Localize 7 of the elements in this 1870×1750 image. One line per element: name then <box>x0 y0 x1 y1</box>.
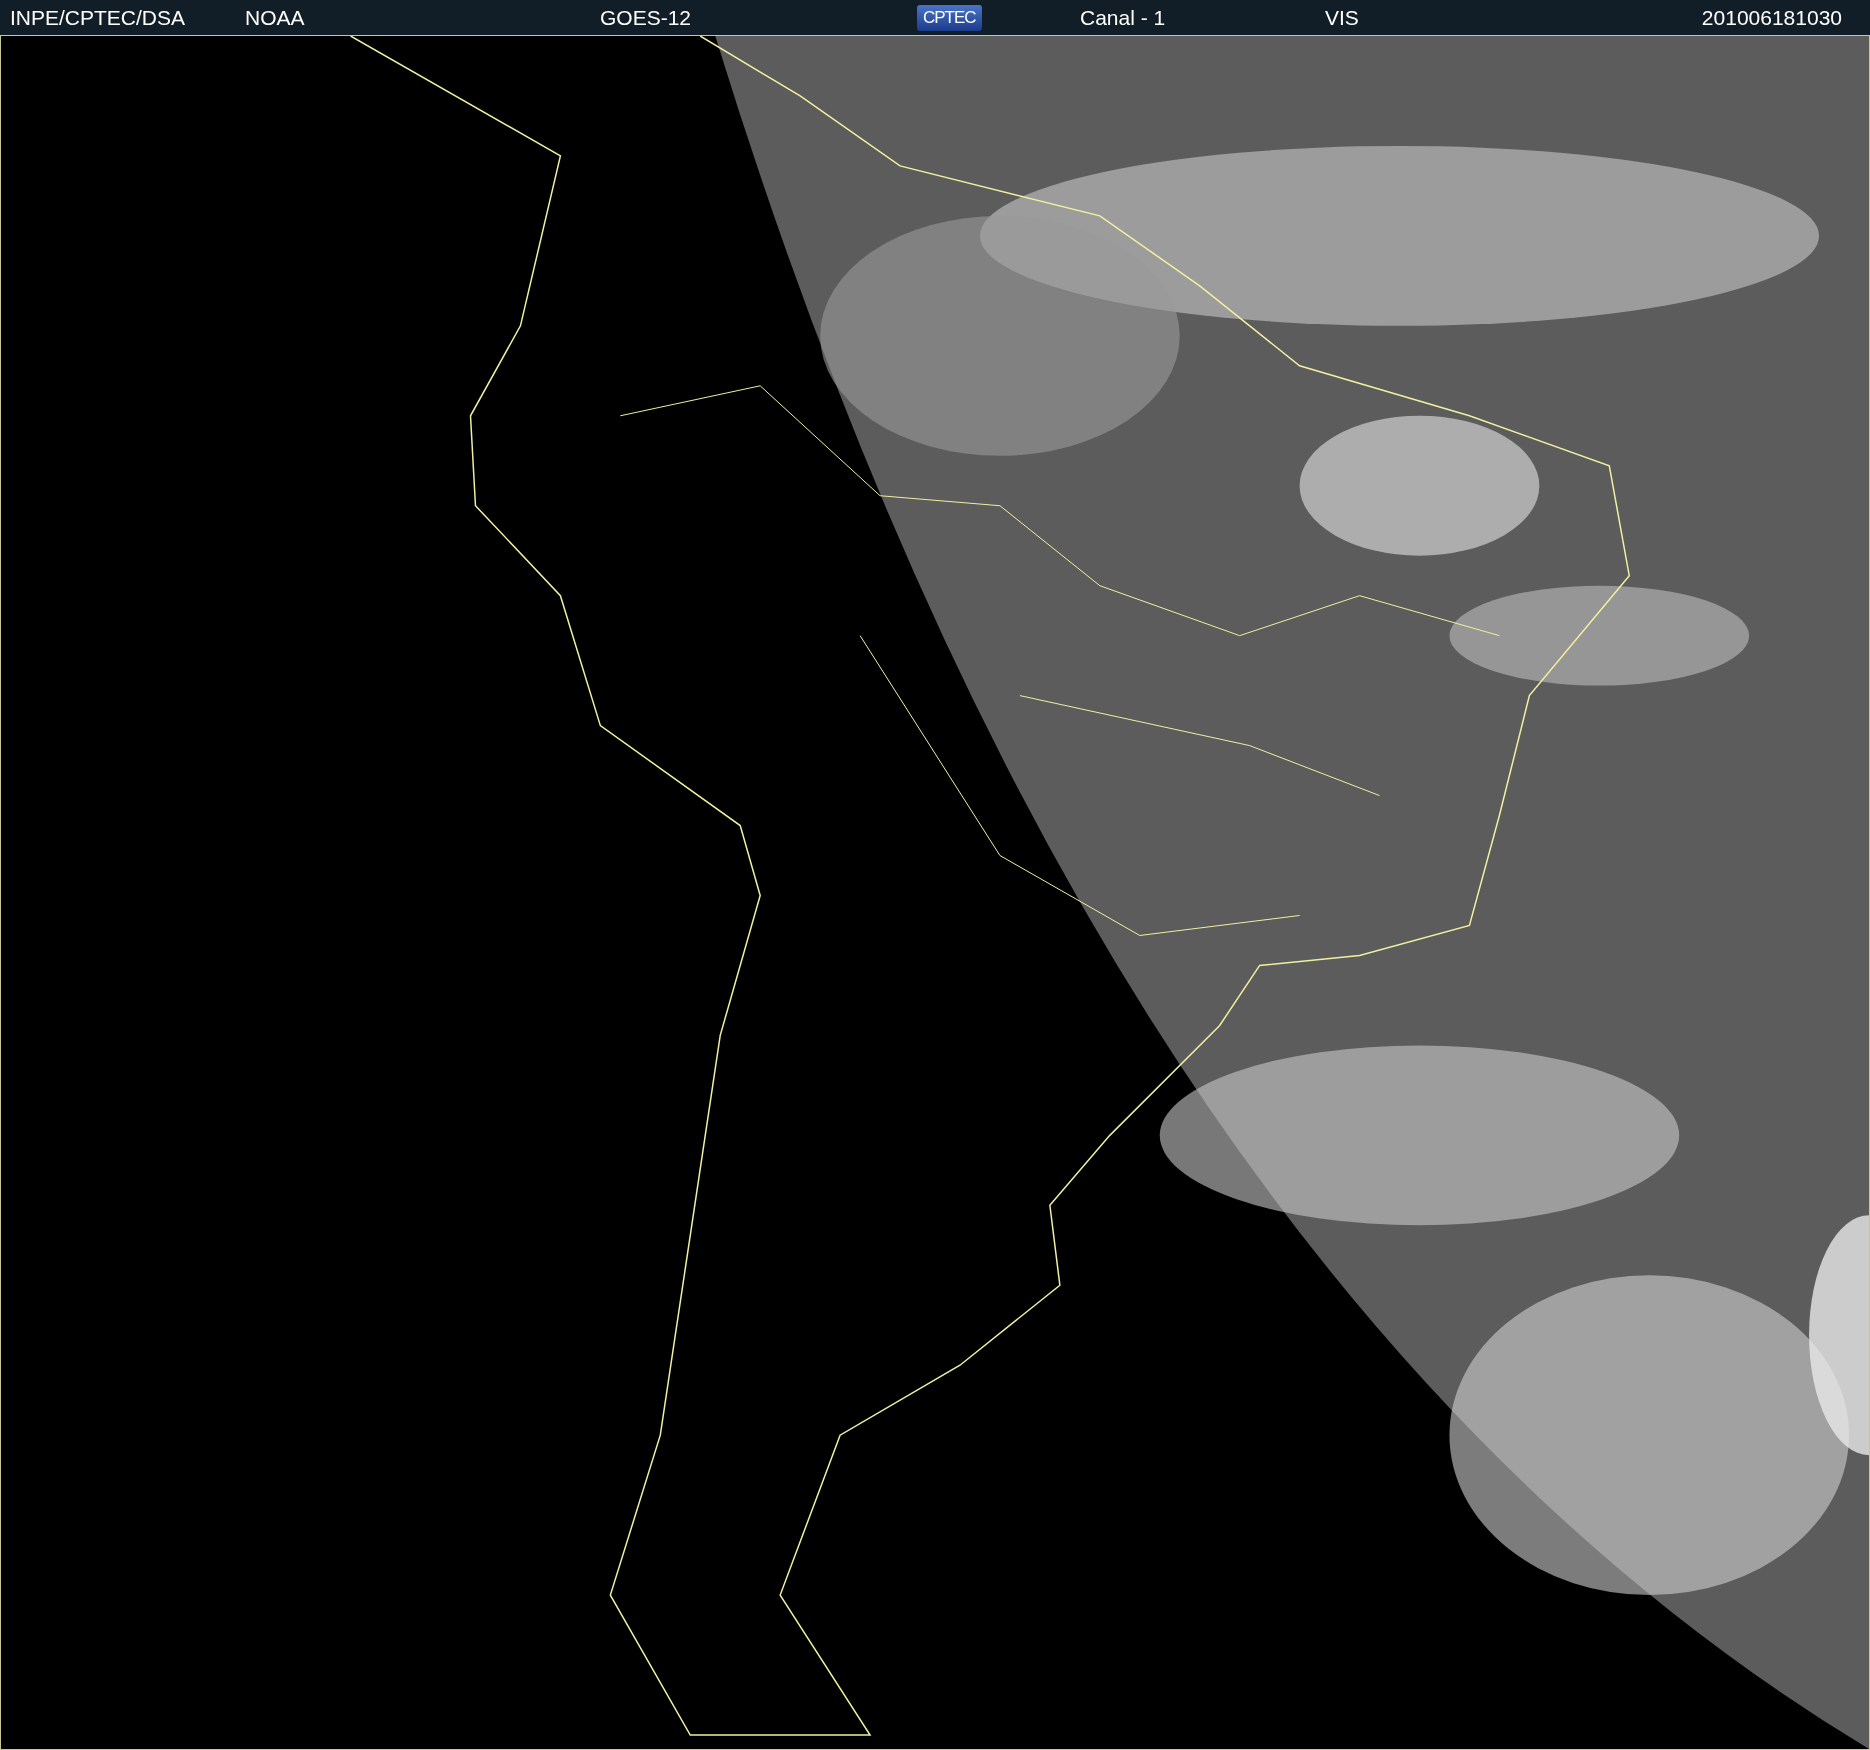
header-label: VIS <box>1325 5 1359 30</box>
header-label: INPE/CPTEC/DSA <box>10 5 186 30</box>
header-label: 201006181030 <box>1701 5 1842 30</box>
header-label: Canal - 1 <box>1080 5 1166 30</box>
header-label: NOAA <box>245 5 305 30</box>
header-label: GOES-12 <box>600 5 692 30</box>
logo: CPTEC <box>917 4 982 31</box>
